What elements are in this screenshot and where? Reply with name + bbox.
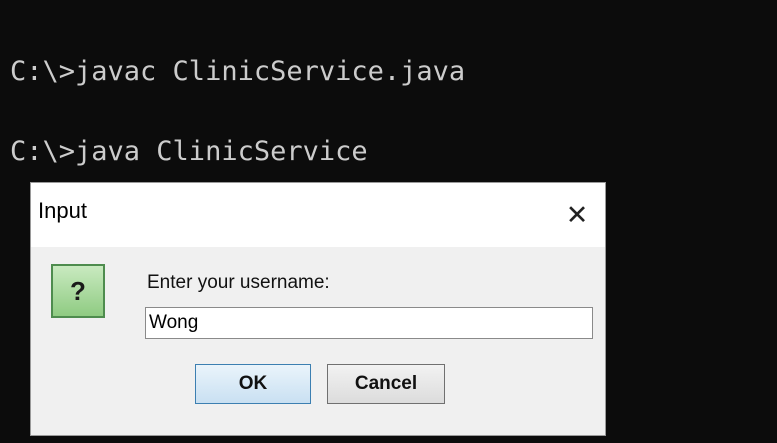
- ok-button[interactable]: OK: [195, 364, 311, 404]
- dialog-title-bar[interactable]: Input ✕: [31, 183, 605, 247]
- close-icon[interactable]: ✕: [549, 183, 605, 247]
- username-input[interactable]: [145, 307, 593, 339]
- console-line-java: C:\>java ClinicService: [10, 136, 368, 167]
- prompt-label: Enter your username:: [147, 272, 330, 293]
- cancel-button[interactable]: Cancel: [327, 364, 445, 404]
- input-dialog: Input ✕ ? Enter your username: OK Cancel: [30, 182, 606, 436]
- dialog-title: Input: [38, 198, 87, 223]
- question-icon: ?: [51, 264, 105, 318]
- console-line-javac: C:\>javac ClinicService.java: [10, 56, 466, 87]
